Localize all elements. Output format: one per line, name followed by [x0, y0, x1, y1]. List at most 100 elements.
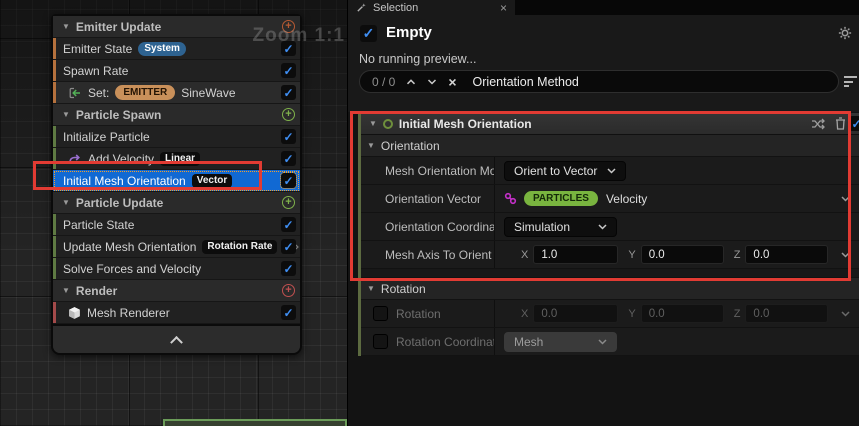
- module-section-title: Initial Mesh Orientation: [399, 117, 532, 131]
- module-mesh-renderer[interactable]: Mesh Renderer ✓: [53, 302, 300, 324]
- search-next-icon[interactable]: [427, 79, 437, 85]
- module-initialize-particle[interactable]: Initialize Particle ✓: [53, 126, 300, 148]
- chevron-up-icon: [170, 336, 183, 349]
- module-solve-forces[interactable]: Solve Forces and Velocity ✓: [53, 258, 300, 280]
- y-value-field[interactable]: 0.0: [641, 245, 724, 264]
- z-axis-label: Z: [734, 249, 741, 261]
- search-prev-icon[interactable]: [406, 79, 416, 85]
- module-particle-state[interactable]: Particle State ✓: [53, 214, 300, 236]
- collapse-triangle-icon[interactable]: ▼: [62, 199, 70, 207]
- module-enabled-checkbox[interactable]: ✓: [849, 116, 859, 131]
- collapse-triangle-icon[interactable]: ▼: [369, 120, 377, 128]
- module-enabled-checkbox[interactable]: ✓: [281, 129, 296, 144]
- enable-rotation-checkbox[interactable]: [373, 306, 388, 321]
- link-icon[interactable]: [504, 192, 517, 205]
- preview-status: No running preview...: [359, 52, 476, 66]
- tab-selection[interactable]: Selection ×: [348, 0, 515, 15]
- section-gap: [361, 269, 859, 278]
- chevron-down-icon[interactable]: [841, 252, 850, 258]
- module-initial-mesh-orientation[interactable]: Initial Mesh Orientation Vector ✓: [53, 170, 300, 192]
- property-row-mesh-axis: Mesh Axis To Orient X 1.0 Y 0.0 Z 0.0: [361, 241, 859, 269]
- property-row-orientation-vector: Orientation Vector PARTICLES Velocity: [361, 185, 859, 213]
- collapse-triangle-icon[interactable]: ▼: [367, 142, 375, 150]
- niagara-editor: Zoom 1:1 ▼ Emitter Update + Emitter Stat…: [0, 0, 859, 426]
- dropdown-value: Mesh: [514, 335, 543, 349]
- category-label: Rotation: [381, 282, 426, 296]
- y-value-field[interactable]: 0.0: [641, 304, 724, 323]
- filter-icon[interactable]: [844, 76, 857, 87]
- module-label: Solve Forces and Velocity: [63, 262, 201, 276]
- section-render[interactable]: ▼ Render +: [53, 280, 300, 302]
- clear-search-icon[interactable]: ×: [448, 75, 456, 89]
- module-add-velocity[interactable]: Add Velocity Linear ✓: [53, 148, 300, 170]
- emitter-namespace-badge: EMITTER: [115, 85, 175, 100]
- emitter-graph-canvas[interactable]: Zoom 1:1 ▼ Emitter Update + Emitter Stat…: [0, 0, 347, 426]
- mesh-orientation-mode-dropdown[interactable]: Orient to Vector: [504, 161, 626, 181]
- property-label: Orientation Coordinate Sp: [361, 213, 495, 240]
- collapse-triangle-icon[interactable]: ▼: [367, 285, 375, 293]
- module-label: Initialize Particle: [63, 130, 150, 144]
- module-enabled-checkbox[interactable]: ✓: [281, 305, 296, 320]
- collapse-node-button[interactable]: [53, 326, 300, 353]
- search-bar[interactable]: 0 / 0 × Orientation Method: [359, 70, 839, 93]
- module-enabled-checkbox[interactable]: ✓: [281, 239, 296, 254]
- coordinate-space-dropdown[interactable]: Simulation: [504, 217, 617, 237]
- add-module-button[interactable]: +: [282, 108, 295, 121]
- module-spawn-rate[interactable]: Spawn Rate ✓: [53, 60, 300, 82]
- trash-icon[interactable]: [835, 117, 846, 130]
- z-value-field[interactable]: 0.0: [745, 245, 828, 264]
- x-value-field[interactable]: 0.0: [533, 304, 618, 323]
- section-particle-update[interactable]: ▼ Particle Update +: [53, 192, 300, 214]
- property-row-orientation-coordinate-space: Orientation Coordinate Sp Simulation: [361, 213, 859, 241]
- module-enabled-checkbox[interactable]: ✓: [281, 63, 296, 78]
- module-label: Initial Mesh Orientation: [63, 174, 186, 188]
- chevron-down-icon[interactable]: [841, 311, 850, 317]
- add-renderer-button[interactable]: +: [282, 284, 295, 297]
- category-orientation[interactable]: ▼ Orientation: [361, 135, 859, 157]
- search-input[interactable]: Orientation Method: [473, 75, 579, 89]
- category-rotation[interactable]: ▼ Rotation: [361, 278, 859, 300]
- chevron-down-icon[interactable]: [841, 196, 850, 202]
- velocity-arrow-icon: [68, 153, 82, 165]
- module-set-sinewave[interactable]: Set: EMITTER SineWave ✓: [53, 82, 300, 104]
- section-particle-spawn[interactable]: ▼ Particle Spawn +: [53, 104, 300, 126]
- section-label: Render: [76, 284, 117, 298]
- property-label: Mesh Orientation Mode: [361, 157, 495, 184]
- emitter-enabled-checkbox[interactable]: ✓: [360, 25, 377, 42]
- dropdown-value: Orient to Vector: [514, 164, 597, 178]
- section-label: Emitter Update: [76, 20, 161, 34]
- property-label: Rotation Coordinate S: [396, 335, 495, 349]
- property-row-rotation: Rotation X 0.0 Y 0.0 Z 0.0: [361, 300, 859, 328]
- vector-badge: Vector: [192, 174, 233, 188]
- add-module-button[interactable]: +: [282, 196, 295, 209]
- collapse-triangle-icon[interactable]: ▼: [62, 23, 70, 31]
- selection-panel: Selection × ✓ Empty No running preview..…: [347, 0, 859, 426]
- module-enabled-checkbox[interactable]: ✓: [281, 173, 296, 188]
- shuffle-icon[interactable]: [811, 118, 825, 130]
- x-axis-label: X: [521, 308, 528, 320]
- collapse-triangle-icon[interactable]: ▼: [62, 287, 70, 295]
- module-enabled-checkbox[interactable]: ✓: [281, 261, 296, 276]
- gear-icon[interactable]: [838, 26, 852, 40]
- rotation-coordinate-dropdown[interactable]: Mesh: [504, 332, 617, 352]
- property-row-rotation-coordinate-space: Rotation Coordinate S Mesh: [361, 328, 859, 356]
- module-enabled-checkbox[interactable]: ✓: [281, 85, 296, 100]
- cube-icon: [68, 306, 81, 320]
- other-node-edge[interactable]: [163, 419, 347, 426]
- close-tab-icon[interactable]: ×: [500, 2, 507, 14]
- rotation-rate-badge: Rotation Rate: [202, 240, 277, 254]
- graph-zoom-label: Zoom 1:1: [253, 25, 345, 47]
- module-enabled-checkbox[interactable]: ✓: [281, 151, 296, 166]
- collapse-triangle-icon[interactable]: ▼: [62, 111, 70, 119]
- emitter-node[interactable]: ▼ Emitter Update + Emitter State System …: [51, 14, 302, 355]
- parameter-name: SineWave: [181, 86, 235, 100]
- property-label: Mesh Axis To Orient: [361, 241, 495, 268]
- z-value-field[interactable]: 0.0: [745, 304, 828, 323]
- enable-rotation-coordinate-checkbox[interactable]: [373, 334, 388, 349]
- module-update-mesh-orientation[interactable]: Update Mesh Orientation Rotation Rate ✓: [53, 236, 300, 258]
- module-section-header[interactable]: ▼ Initial Mesh Orientation ✓: [361, 113, 859, 135]
- x-value-field[interactable]: 1.0: [533, 245, 618, 264]
- module-enabled-checkbox[interactable]: ✓: [281, 217, 296, 232]
- search-result-count: 0 / 0: [372, 75, 395, 89]
- module-label: Update Mesh Orientation: [63, 240, 196, 254]
